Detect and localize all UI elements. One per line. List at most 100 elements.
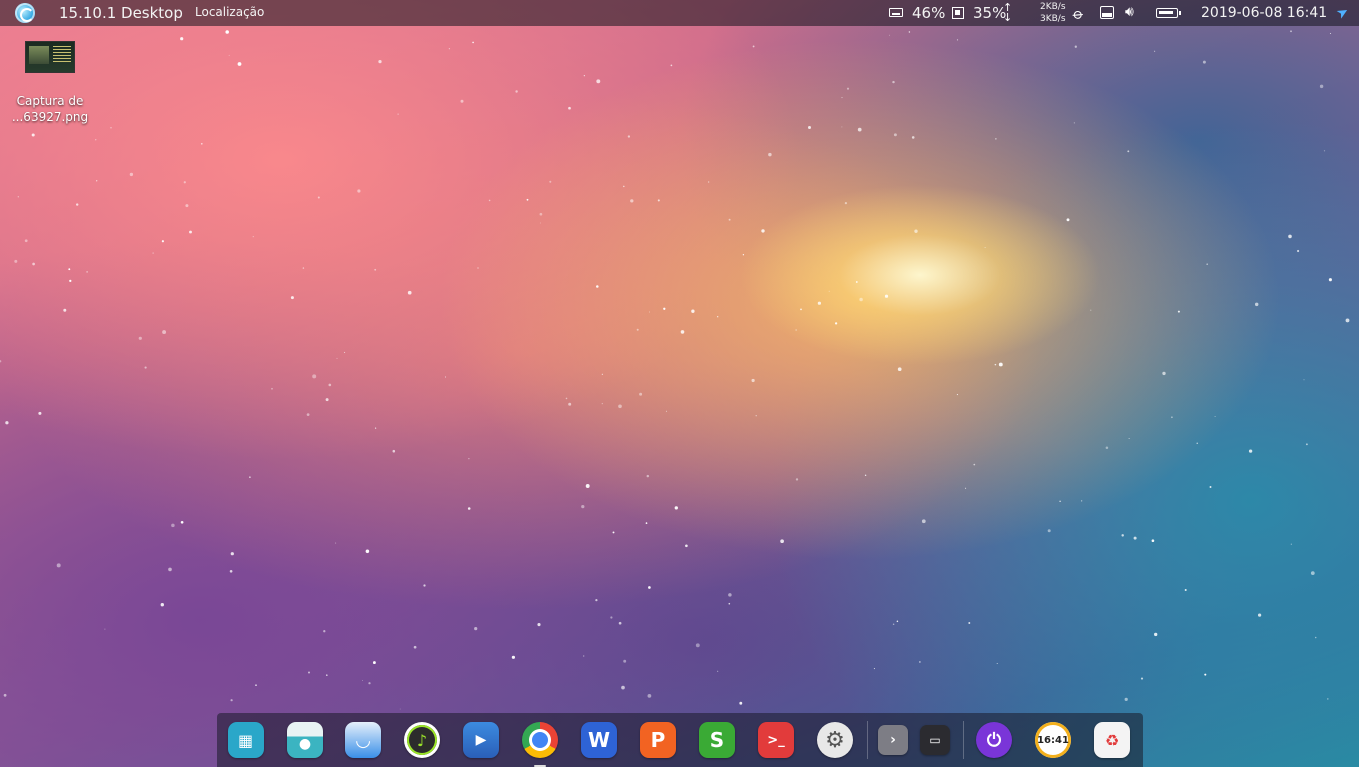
star — [488, 199, 491, 202]
star — [477, 267, 479, 269]
send-arrow-icon[interactable]: ➤ — [1334, 3, 1352, 23]
star — [647, 694, 652, 698]
star — [998, 362, 1003, 367]
star — [728, 218, 731, 221]
panel-title: 15.10.1 Desktop — [59, 4, 183, 22]
dock: ▦ ● ◡ ♪ ▶ W P S >_ ⚙ › ▭ ⏻ 16:41 ♻ — [217, 713, 1143, 767]
star — [302, 267, 305, 269]
star — [808, 126, 811, 129]
star — [984, 247, 986, 249]
star — [691, 309, 695, 313]
star — [171, 523, 175, 528]
star — [828, 290, 830, 292]
places-menu[interactable]: Localização — [195, 5, 264, 19]
star — [1133, 536, 1137, 540]
star — [859, 297, 863, 302]
star — [657, 199, 660, 202]
chrome-browser-icon[interactable] — [522, 722, 558, 758]
star — [680, 330, 685, 334]
star — [180, 37, 184, 41]
star — [596, 79, 601, 84]
star — [896, 620, 899, 623]
star — [468, 458, 470, 460]
star — [565, 397, 568, 400]
video-player-icon[interactable]: ▶ — [463, 722, 499, 758]
dock-separator — [963, 721, 964, 759]
star — [968, 622, 971, 624]
star — [326, 674, 328, 676]
tray-drive-icon[interactable] — [1100, 6, 1114, 19]
star — [761, 229, 765, 233]
star — [618, 404, 622, 409]
star — [834, 322, 838, 325]
panel-clock[interactable]: 2019-06-08 16:41 — [1201, 5, 1327, 21]
star — [362, 679, 363, 681]
star — [1314, 636, 1317, 639]
star — [5, 421, 9, 425]
star — [189, 230, 192, 234]
star — [914, 229, 918, 233]
file-manager-icon[interactable]: ● — [287, 722, 323, 758]
star — [237, 62, 242, 66]
star — [1319, 84, 1324, 89]
power-icon[interactable]: ⏻ — [976, 722, 1012, 758]
desktop-file-screenshot[interactable]: Captura de ...63927.png — [10, 38, 90, 125]
star — [161, 240, 164, 243]
star — [623, 659, 627, 663]
deepin-logo-icon[interactable] — [15, 3, 35, 23]
star — [1214, 415, 1216, 418]
wps-presentation-icon[interactable]: P — [640, 722, 676, 758]
star — [472, 41, 474, 44]
star — [1151, 539, 1155, 543]
show-desktop-icon[interactable]: › — [878, 725, 908, 755]
network-upload: 2KB/s — [1040, 2, 1066, 12]
deepin-browser-icon[interactable]: ◡ — [345, 722, 381, 758]
star — [857, 127, 862, 132]
star — [335, 542, 337, 544]
star — [95, 139, 97, 141]
star — [162, 330, 167, 335]
star — [742, 254, 745, 256]
wps-spreadsheet-icon[interactable]: S — [699, 722, 735, 758]
star — [994, 363, 997, 366]
star — [1105, 446, 1109, 449]
star — [423, 584, 426, 587]
trash-icon[interactable]: ♻ — [1094, 722, 1130, 758]
star — [252, 236, 254, 238]
top-panel: 15.10.1 Desktop Localização 46% 35% ↑ ↓ 2… — [0, 0, 1359, 26]
terminal-icon[interactable]: >_ — [758, 722, 794, 758]
star — [68, 268, 71, 271]
music-player-icon[interactable]: ♪ — [404, 722, 440, 758]
settings-gear-icon[interactable]: ⚙ — [817, 722, 853, 758]
clipboard-paperclip-icon[interactable]: ⌀ — [1069, 4, 1087, 24]
star — [996, 663, 998, 665]
star — [739, 701, 743, 705]
star — [183, 181, 186, 184]
star — [1345, 318, 1350, 323]
star — [306, 413, 310, 416]
launcher-grid-icon[interactable]: ▦ — [228, 722, 264, 758]
star — [24, 239, 28, 243]
wps-writer-icon[interactable]: W — [581, 722, 617, 758]
tray-drive-dock-icon[interactable]: ▭ — [920, 725, 950, 755]
star — [973, 463, 976, 466]
star — [674, 506, 678, 510]
star — [1258, 613, 1262, 617]
star — [728, 593, 732, 597]
star — [583, 655, 585, 657]
star — [228, 54, 230, 56]
clock-icon[interactable]: 16:41 — [1035, 722, 1071, 758]
star — [1254, 302, 1259, 307]
star — [413, 645, 417, 649]
star — [768, 152, 772, 157]
star — [581, 504, 585, 509]
star — [685, 544, 688, 548]
star — [585, 484, 590, 488]
star — [104, 628, 106, 630]
battery-icon[interactable] — [1156, 8, 1181, 18]
volume-icon[interactable]: 🔊︎ — [1125, 4, 1134, 20]
star — [38, 411, 42, 415]
star — [14, 259, 18, 263]
cpu-icon — [952, 7, 964, 19]
star — [1204, 673, 1207, 676]
